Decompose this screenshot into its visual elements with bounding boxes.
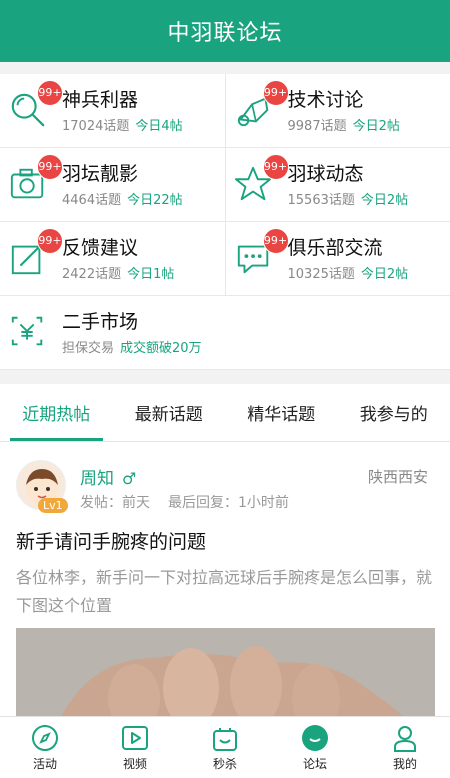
forum-today-count: 今日22帖	[127, 192, 183, 208]
nav-label: 秒杀	[212, 757, 237, 771]
forum-item-liangying[interactable]: 99+ 羽坛靓影 4464话题 今日22帖	[0, 148, 225, 221]
post-image[interactable]	[16, 628, 435, 716]
tab-participated[interactable]: 我参与的	[338, 384, 450, 441]
forum-item-dongtai[interactable]: 99+ 羽球动态 15563话题 今日2帖	[224, 148, 450, 221]
author-name[interactable]: 周知 ♂	[80, 464, 136, 489]
forum-item-julebu[interactable]: 99+ 俱乐部交流 10325话题 今日2帖	[224, 222, 450, 295]
unread-badge: 99+	[37, 79, 63, 106]
male-icon: ♂	[122, 469, 137, 488]
post-location: 陕西西安	[367, 468, 428, 486]
forum-row: 99+ 反馈建议 2422话题 今日1帖 99+ 俱乐部交流 10325话题 今日2…	[0, 222, 450, 296]
shuttlecock-icon: 99+	[235, 79, 289, 131]
forum-today-count: 今日4帖	[135, 118, 183, 134]
forum-name: 技术讨论	[287, 88, 364, 111]
tab-recent-hot[interactable]: 近期热帖	[0, 384, 113, 441]
forum-topic-count: 2422话题	[62, 266, 122, 282]
forum-today-count: 今日2帖	[360, 266, 409, 282]
level-badge: Lv1	[38, 498, 68, 513]
edit-icon: 99+	[9, 227, 63, 279]
forum-today-count: 今日2帖	[352, 118, 400, 134]
forum-row: 99+ 神兵利器 17024话题 今日4帖 99+ 技术讨论 9987话题 今日2帖	[0, 74, 450, 148]
nav-forum[interactable]: 论坛	[270, 717, 360, 778]
forum-grid: 99+ 神兵利器 17024话题 今日4帖 99+ 技术讨论 9987话题 今日2帖…	[0, 74, 450, 370]
forum-subtitle: 担保交易	[62, 340, 115, 356]
forum-name: 反馈建议	[62, 236, 139, 259]
forum-name: 俱乐部交流	[287, 236, 383, 259]
unread-badge: 99+	[37, 153, 63, 180]
forum-name: 二手市场	[62, 310, 139, 333]
tab-featured[interactable]: 精华话题	[225, 384, 338, 441]
bottom-nav: 活动 视频 秒杀 论坛 我的	[0, 716, 450, 778]
forum-topic-count: 10325话题	[287, 266, 355, 282]
forum-item-ershou[interactable]: 二手市场 担保交易 成交额破20万	[0, 296, 450, 369]
forum-item-shenbing[interactable]: 99+ 神兵利器 17024话题 今日4帖	[0, 74, 225, 147]
nav-flash-sale[interactable]: 秒杀	[180, 717, 270, 778]
forum-row: 二手市场 担保交易 成交额破20万	[0, 296, 450, 370]
forum-topic-count: 9987话题	[287, 118, 347, 134]
forum-name: 羽坛靓影	[62, 162, 139, 185]
nav-video[interactable]: 视频	[90, 717, 180, 778]
post-card[interactable]: Lv1 周知 ♂ 陕西西安 发帖：前天 最后回复：1小时前 新手请问手腕疼的问题 各…	[0, 442, 450, 716]
nav-profile[interactable]: 我的	[360, 717, 450, 778]
forum-item-fankui[interactable]: 99+ 反馈建议 2422话题 今日1帖	[0, 222, 225, 295]
unread-badge: 99+	[262, 227, 289, 254]
nav-label: 论坛	[302, 757, 327, 771]
last-reply-time: 最后回复：1小时前	[168, 495, 289, 511]
chat-icon: 99+	[235, 227, 289, 279]
post-body: 各位林李，新手问一下对拉高远球后手腕疼是怎么回事，就下图这个位置	[16, 568, 433, 615]
post-title[interactable]: 新手请问手腕疼的问题	[16, 527, 206, 554]
forum-name: 神兵利器	[62, 88, 139, 111]
post-meta: 发帖：前天 最后回复：1小时前	[80, 492, 289, 512]
author-label: 周知	[80, 469, 114, 489]
nav-label: 视频	[122, 757, 147, 771]
compass-icon	[32, 725, 58, 751]
forum-row: 99+ 羽坛靓影 4464话题 今日22帖 99+ 羽球动态 15563话题 今日2…	[0, 148, 450, 222]
page-title: 中羽联论坛	[167, 21, 283, 46]
user-icon	[394, 726, 416, 752]
forum-today-count: 今日2帖	[360, 192, 409, 208]
forum-bubble-icon	[302, 725, 328, 751]
forum-today-count: 今日1帖	[127, 266, 175, 282]
nav-label: 我的	[392, 757, 417, 771]
play-icon	[122, 726, 148, 750]
forum-item-jishu[interactable]: 99+ 技术讨论 9987话题 今日2帖	[224, 74, 450, 147]
camera-icon: 99+	[9, 153, 63, 205]
forum-topic-count: 17024话题	[62, 118, 130, 134]
top-bar: 中羽联论坛	[0, 0, 450, 62]
unread-badge: 99+	[37, 227, 63, 254]
tab-latest[interactable]: 最新话题	[113, 384, 226, 441]
bag-icon	[213, 728, 237, 751]
forum-topic-count: 15563话题	[287, 192, 355, 208]
post-tabs: 近期热帖 最新话题 精华话题 我参与的	[0, 384, 450, 442]
forum-highlight: 成交额破20万	[120, 340, 202, 356]
unread-badge: 99+	[262, 79, 289, 106]
forum-name: 羽球动态	[287, 162, 364, 185]
post-time: 发帖：前天	[80, 495, 150, 511]
nav-label: 活动	[32, 757, 57, 771]
unread-badge: 99+	[262, 153, 289, 180]
forum-topic-count: 4464话题	[62, 192, 122, 208]
star-icon: 99+	[234, 153, 289, 205]
search-icon: 99+	[9, 79, 63, 131]
yen-icon	[9, 313, 49, 353]
nav-activity[interactable]: 活动	[0, 717, 90, 778]
